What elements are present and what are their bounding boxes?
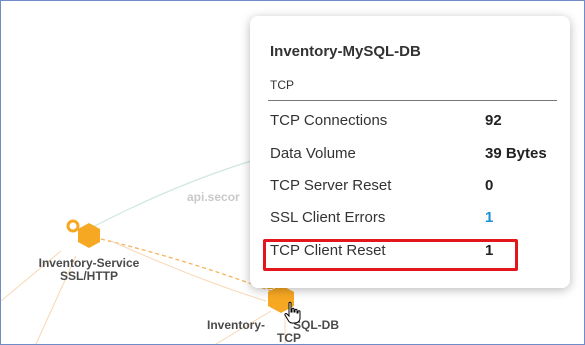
metric-label: SSL Client Errors [270,209,386,226]
metric-value-link[interactable]: 1 [485,209,493,226]
metric-row-ssl-client-errors: SSL Client Errors 1 [270,209,560,241]
metric-row-tcp-connections: TCP Connections 92 [270,112,560,144]
metric-row-tcp-server-reset: TCP Server Reset 0 [270,177,560,209]
metric-label: Data Volume [270,145,356,162]
hexagon-node-icon [78,223,100,248]
highlight-box [263,239,518,271]
node-protocol: TCP [277,331,301,345]
node-inventory-service[interactable] [66,219,100,248]
hand-pointer-icon [283,301,303,330]
node-tooltip: Inventory-MySQL-DB TCP TCP Connections 9… [250,16,570,288]
tooltip-divider [268,100,557,101]
node-name-left: Inventory- [207,318,266,332]
metric-label: TCP Connections [270,112,388,129]
metric-row-data-volume: Data Volume 39 Bytes [270,145,560,177]
tooltip-title: Inventory-MySQL-DB [270,43,421,60]
metric-value: 92 [485,112,502,129]
metric-value: 39 Bytes [485,145,547,162]
node-label-inventory-service[interactable]: Inventory-Service SSL/HTTP [19,257,159,283]
node-status-ring-icon [66,219,80,233]
metric-label: TCP Server Reset [270,177,392,194]
metric-value: 0 [485,177,494,194]
edge-label: api.secor [187,190,240,204]
node-protocol: SSL/HTTP [59,269,118,283]
tooltip-subtitle: TCP [270,78,294,92]
